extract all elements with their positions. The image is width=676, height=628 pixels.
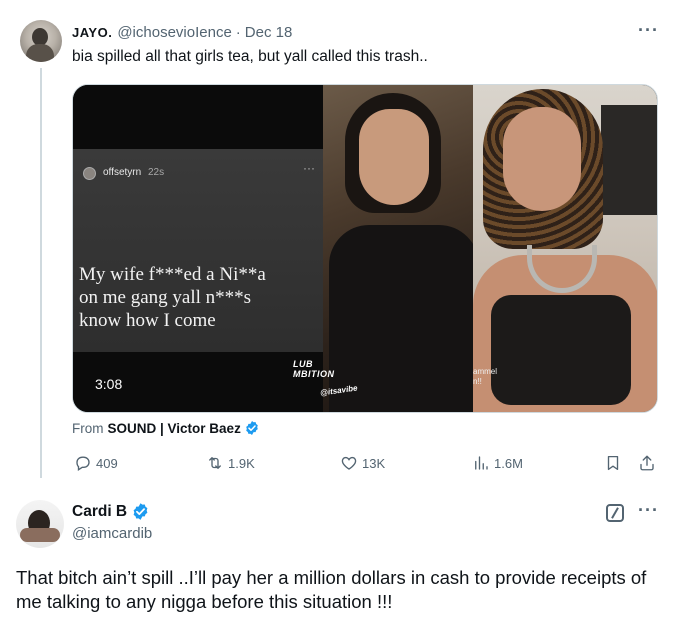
tweet-date[interactable]: Dec 18 xyxy=(245,24,293,41)
repost-button[interactable]: 1.9K xyxy=(206,454,255,472)
like-button[interactable]: 13K xyxy=(340,454,385,472)
ig-username: offsetyrn 22s xyxy=(103,167,165,178)
bookmark-button[interactable] xyxy=(604,454,626,472)
reply-button[interactable]: 409 xyxy=(74,454,118,472)
avatar-jayo[interactable] xyxy=(20,20,62,62)
views-chart-icon xyxy=(475,456,488,470)
reply-count: 409 xyxy=(96,455,118,471)
avatar-cardib[interactable] xyxy=(16,500,64,548)
display-name-row: Cardi B xyxy=(72,502,150,521)
share-button[interactable] xyxy=(638,454,660,472)
repost-icon xyxy=(209,457,221,469)
ig-caption: My wife f***ed a Ni**a on me gang yall n… xyxy=(79,264,266,331)
tweet-text: bia spilled all that girls tea, but yall… xyxy=(72,48,428,65)
verified-badge-icon xyxy=(133,503,148,520)
source-name[interactable]: SOUND | Victor Baez xyxy=(108,421,241,436)
separator: · xyxy=(235,24,241,41)
video-panel-bia xyxy=(323,85,479,412)
views-button[interactable]: 1.6M xyxy=(472,454,523,472)
grok-icon[interactable] xyxy=(606,504,624,522)
source-prefix: From xyxy=(72,420,104,436)
more-options-icon[interactable]: ··· xyxy=(638,500,659,521)
like-count: 13K xyxy=(362,455,386,471)
user-handle[interactable]: @iamcardib xyxy=(72,525,152,542)
tweet-cardib[interactable]: Cardi B @iamcardib ··· That bitch ain’t … xyxy=(0,486,676,628)
reply-icon xyxy=(76,456,90,472)
ig-more-icon: ··· xyxy=(303,161,315,175)
thread-line xyxy=(40,68,42,478)
display-name[interactable]: JAYO. xyxy=(72,25,112,40)
tweet-header: JAYO. @ichosevioIence · Dec 18 xyxy=(72,24,292,46)
video-panel-instagram: offsetyrn 22s ··· My wife f***ed a Ni**a… xyxy=(73,85,323,412)
video-source: From SOUND | Victor Baez xyxy=(72,420,260,436)
tweet-actions: 409 1.9K 13K 1.6M xyxy=(0,454,676,476)
video-panel-cardi xyxy=(473,85,657,412)
ig-time: 22s xyxy=(147,167,165,178)
ig-avatar xyxy=(83,167,96,180)
bookmark-icon xyxy=(607,455,619,471)
heart-icon xyxy=(341,456,357,470)
user-handle[interactable]: @ichosevioIence xyxy=(117,24,231,41)
video-duration: 3:08 xyxy=(95,376,123,392)
display-name[interactable]: Cardi B xyxy=(72,503,127,521)
tweet-jayo[interactable]: JAYO. @ichosevioIence · Dec 18 ··· bia s… xyxy=(0,0,676,486)
share-icon xyxy=(640,455,654,471)
video-media[interactable]: offsetyrn 22s ··· My wife f***ed a Ni**a… xyxy=(72,84,658,413)
tweet-text: That bitch ain’t spill ..I’ll pay her a … xyxy=(16,567,647,612)
more-options-icon[interactable]: ··· xyxy=(638,20,659,41)
watermark-right: ammel n!! xyxy=(473,367,498,386)
views-count: 1.6M xyxy=(494,455,523,471)
repost-count: 1.9K xyxy=(228,455,255,471)
verified-badge-icon xyxy=(246,421,258,435)
watermark-logo: LUB MBITION xyxy=(293,359,335,379)
